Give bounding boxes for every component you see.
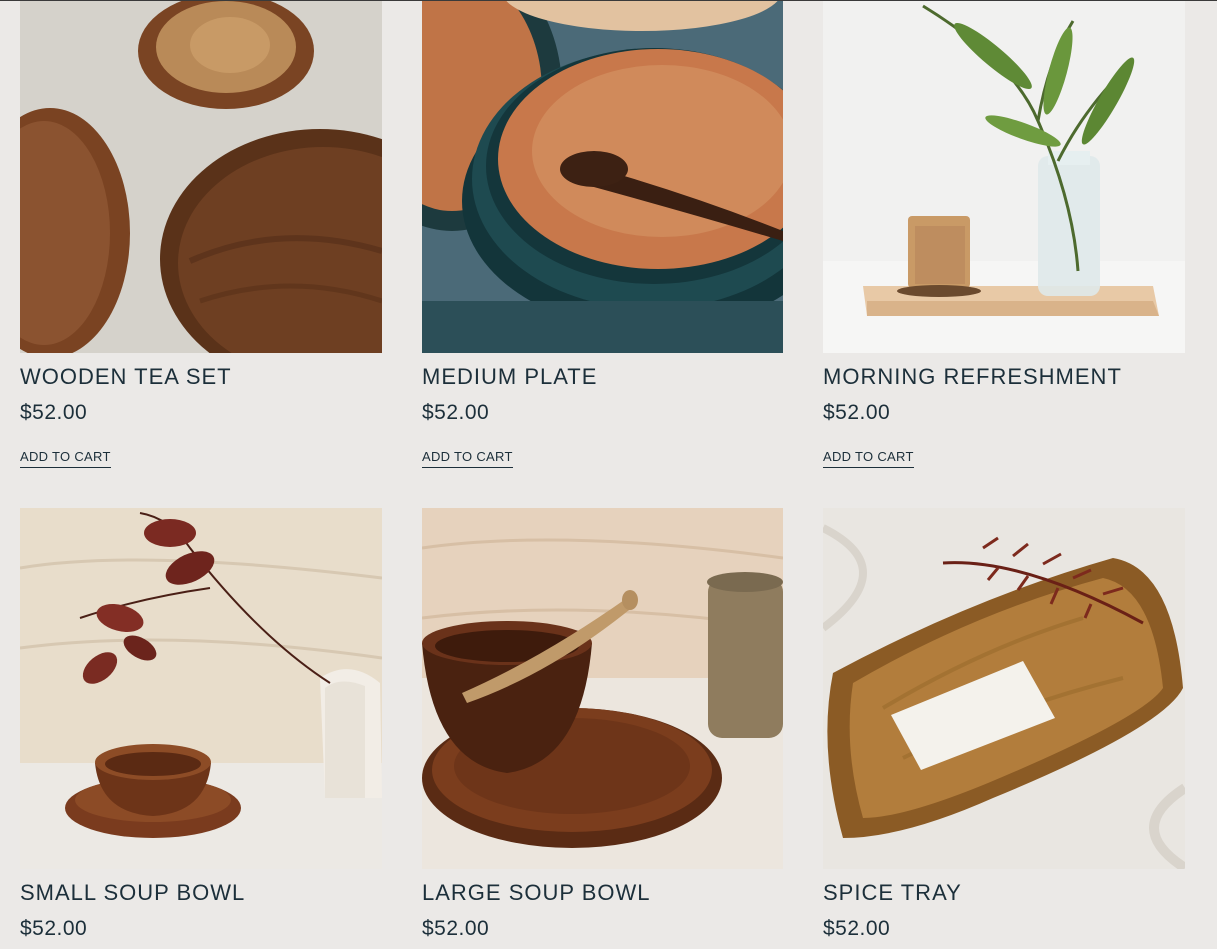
product-image-large-soup-bowl[interactable]: [422, 508, 783, 869]
product-card: SMALL SOUP BOWL $52.00: [20, 508, 382, 941]
product-card: WOODEN TEA SET $52.00 ADD TO CART: [20, 1, 382, 468]
product-price: $52.00: [20, 401, 88, 424]
product-image-morning-refreshment[interactable]: [823, 1, 1185, 353]
product-image-spice-tray[interactable]: [823, 508, 1185, 869]
product-price: $52.00: [422, 401, 490, 424]
add-to-cart-button[interactable]: ADD TO CART: [20, 449, 111, 468]
product-title[interactable]: MORNING REFRESHMENT: [823, 365, 1185, 389]
product-title[interactable]: SMALL SOUP BOWL: [20, 881, 382, 905]
product-price: $52.00: [823, 917, 891, 940]
product-card: LARGE SOUP BOWL $52.00: [422, 508, 783, 941]
product-image-wooden-tea-set[interactable]: [20, 1, 382, 353]
add-to-cart-button[interactable]: ADD TO CART: [422, 449, 513, 468]
product-title[interactable]: WOODEN TEA SET: [20, 365, 382, 389]
product-image-medium-plate[interactable]: [422, 1, 783, 353]
product-price: $52.00: [20, 917, 88, 940]
product-image-small-soup-bowl[interactable]: [20, 508, 382, 869]
product-title[interactable]: SPICE TRAY: [823, 881, 1185, 905]
product-price: $52.00: [823, 401, 891, 424]
product-grid: WOODEN TEA SET $52.00 ADD TO CART MEDIUM…: [20, 1, 1185, 941]
product-title[interactable]: MEDIUM PLATE: [422, 365, 783, 389]
product-card: MORNING REFRESHMENT $52.00 ADD TO CART: [823, 1, 1185, 468]
product-card: SPICE TRAY $52.00: [823, 508, 1185, 941]
add-to-cart-button[interactable]: ADD TO CART: [823, 449, 914, 468]
product-price: $52.00: [422, 917, 490, 940]
product-card: MEDIUM PLATE $52.00 ADD TO CART: [422, 1, 783, 468]
product-title[interactable]: LARGE SOUP BOWL: [422, 881, 783, 905]
